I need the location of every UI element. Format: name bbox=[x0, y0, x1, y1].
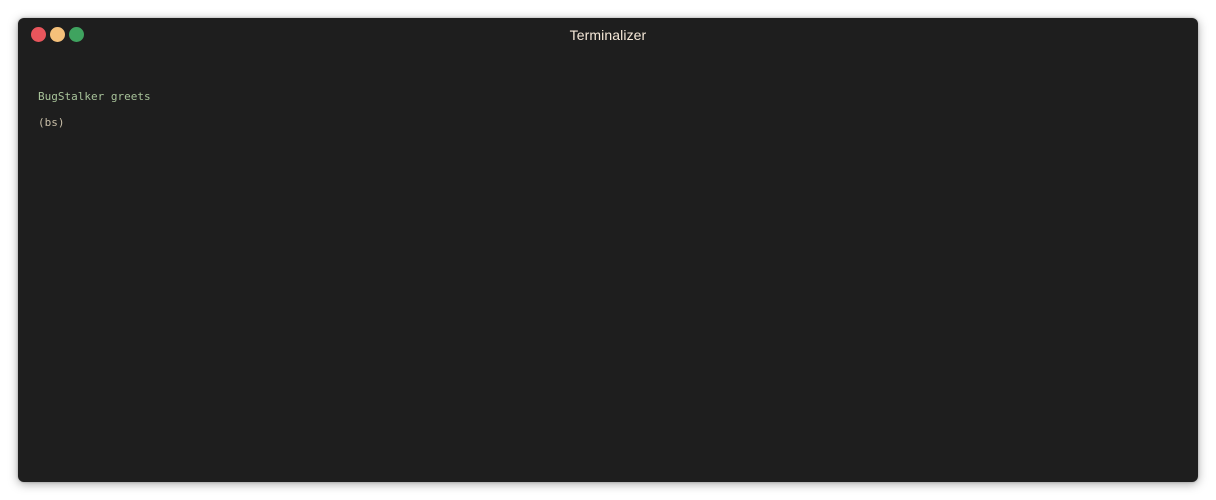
prompt-line: (bs) bbox=[38, 116, 65, 129]
title-bar[interactable]: Terminalizer bbox=[18, 18, 1198, 52]
terminal-output[interactable]: BugStalker greets (bs) bbox=[38, 84, 1178, 472]
terminal-window: Terminalizer BugStalker greets (bs) bbox=[18, 18, 1198, 482]
output-line-greeting: BugStalker greets bbox=[38, 90, 151, 103]
window-title: Terminalizer bbox=[569, 27, 647, 43]
screen: Terminalizer BugStalker greets (bs) bbox=[0, 0, 1216, 500]
